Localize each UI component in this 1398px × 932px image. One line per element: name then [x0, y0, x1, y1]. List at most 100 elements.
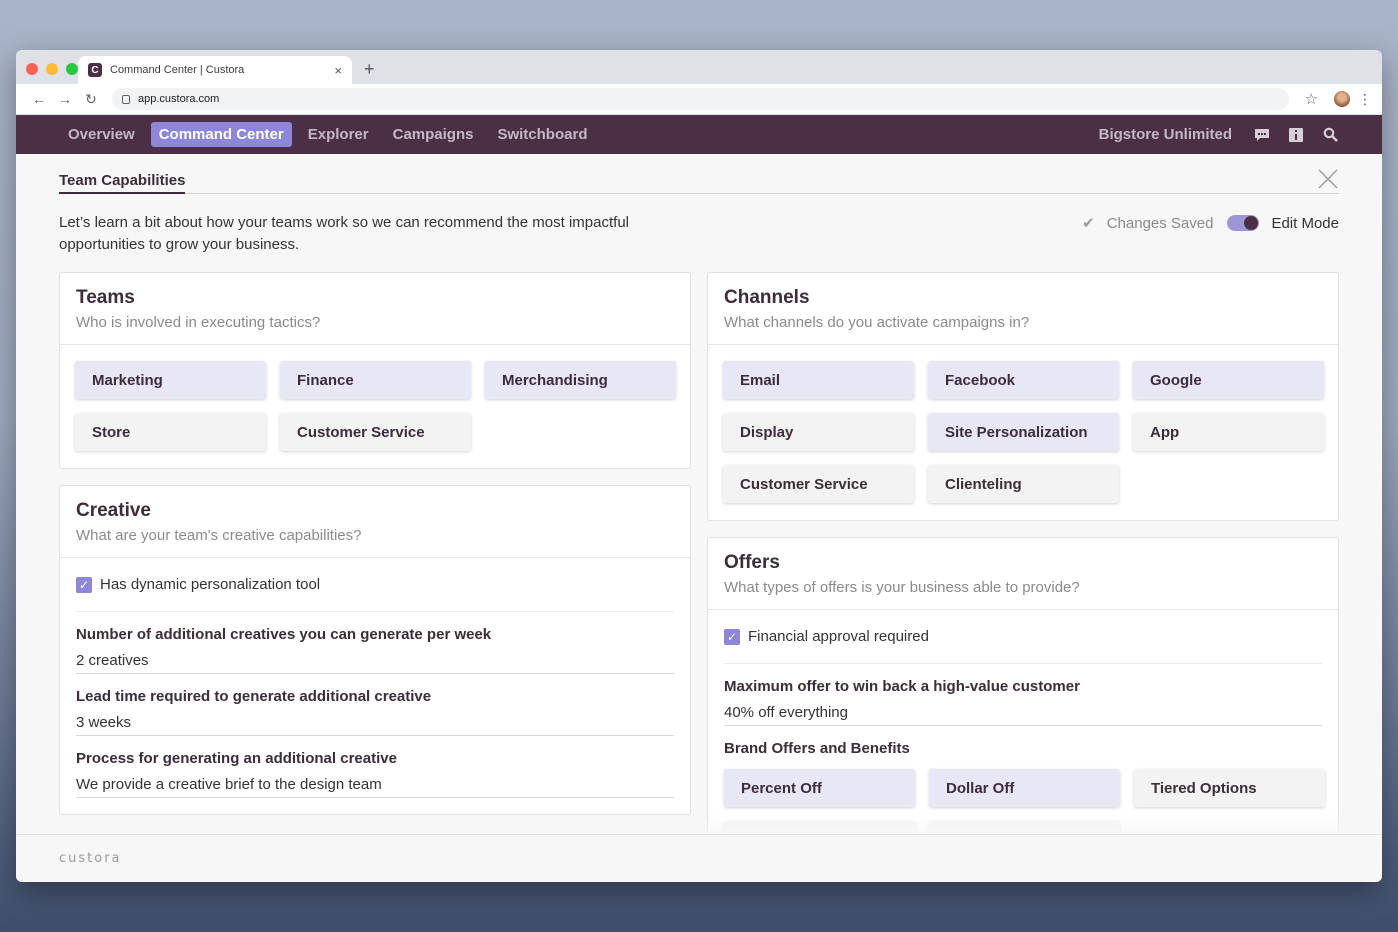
- creative-process-field: Process for generating an additional cre…: [76, 736, 674, 798]
- chip-channel-customer-service[interactable]: Customer Service: [723, 465, 914, 503]
- lock-icon: [122, 94, 130, 104]
- lead-time-input[interactable]: 3 weeks: [76, 705, 674, 736]
- main-content: Team Capabilities Let’s learn a bit abou…: [16, 154, 1382, 876]
- browser-menu-icon[interactable]: ⋮: [1358, 91, 1372, 108]
- minimize-window-button[interactable]: [46, 63, 58, 75]
- chip-app[interactable]: App: [1133, 413, 1324, 451]
- footer: custora: [16, 834, 1382, 882]
- chip-store[interactable]: Store: [75, 413, 266, 451]
- offers-title: Offers: [724, 552, 780, 573]
- checkmark-icon: ✔: [1082, 215, 1095, 232]
- window-controls: [26, 63, 78, 75]
- toggle-knob: [1244, 216, 1259, 230]
- store-name[interactable]: Bigstore Unlimited: [1099, 126, 1232, 143]
- channels-card-header: Channels What channels do you activate c…: [708, 273, 1338, 345]
- close-icon[interactable]: [1317, 168, 1339, 190]
- channels-card: Channels What channels do you activate c…: [707, 272, 1339, 521]
- channels-title: Channels: [724, 287, 810, 308]
- chip-merchandising[interactable]: Merchandising: [485, 361, 676, 399]
- chip-marketing[interactable]: Marketing: [75, 361, 266, 399]
- address-bar: ← → ↻ app.custora.com ☆ ⋮: [16, 84, 1382, 115]
- save-status: ✔ Changes Saved Edit Mode: [1082, 212, 1339, 234]
- channels-subtitle: What channels do you activate campaigns …: [724, 314, 1030, 331]
- chat-icon[interactable]: [1254, 128, 1270, 142]
- app-nav: Overview Command Center Explorer Campaig…: [16, 115, 1382, 154]
- dynamic-personalization-checkbox[interactable]: ✓: [76, 576, 92, 593]
- channels-chips: Email Facebook Google Display Site Perso…: [708, 345, 1338, 520]
- creative-title: Creative: [76, 500, 151, 521]
- creatives-per-week-label: Number of additional creatives you can g…: [76, 626, 492, 643]
- intro-text: Let’s learn a bit about how your teams w…: [59, 214, 629, 253]
- teams-subtitle: Who is involved in executing tactics?: [76, 314, 321, 331]
- nav-command-center[interactable]: Command Center: [150, 122, 292, 147]
- offers-card: Offers What types of offers is your busi…: [707, 537, 1339, 876]
- max-offer-field: Maximum offer to win back a high-value c…: [724, 664, 1322, 726]
- creative-subtitle: What are your team's creative capabiliti…: [76, 527, 362, 544]
- chip-percent-off[interactable]: Percent Off: [724, 769, 915, 807]
- tab-team-capabilities[interactable]: Team Capabilities: [59, 172, 186, 194]
- nav-right: Bigstore Unlimited: [1099, 126, 1338, 143]
- profile-avatar[interactable]: [1334, 91, 1350, 107]
- reload-icon[interactable]: ↻: [78, 91, 104, 108]
- info-icon[interactable]: [1288, 127, 1304, 142]
- chip-facebook[interactable]: Facebook: [928, 361, 1119, 399]
- creatives-per-week-input[interactable]: 2 creatives: [76, 643, 674, 674]
- search-icon[interactable]: [1322, 127, 1338, 142]
- creative-card-body: ✓ Has dynamic personalization tool Numbe…: [60, 558, 690, 814]
- nav-links: Overview Command Center Explorer Campaig…: [60, 122, 1099, 147]
- chip-clienteling[interactable]: Clienteling: [928, 465, 1119, 503]
- creative-card: Creative What are your team's creative c…: [59, 485, 691, 815]
- browser-tab[interactable]: C Command Center | Custora ×: [78, 56, 352, 84]
- close-tab-icon[interactable]: ×: [334, 63, 342, 78]
- offers-card-header: Offers What types of offers is your busi…: [708, 538, 1338, 610]
- teams-title: Teams: [76, 287, 135, 308]
- lead-time-label: Lead time required to generate additiona…: [76, 688, 432, 705]
- dynamic-personalization-row: ✓ Has dynamic personalization tool: [76, 558, 674, 612]
- chip-tiered-options[interactable]: Tiered Options: [1134, 769, 1325, 807]
- new-tab-icon[interactable]: +: [364, 59, 375, 80]
- creative-process-input[interactable]: We provide a creative brief to the desig…: [76, 767, 674, 798]
- max-offer-input[interactable]: 40% off everything: [724, 695, 1322, 726]
- chip-site-personalization[interactable]: Site Personalization: [928, 413, 1119, 451]
- chip-google[interactable]: Google: [1133, 361, 1324, 399]
- browser-window: C Command Center | Custora × + ← → ↻ app…: [16, 50, 1382, 882]
- dynamic-personalization-label: Has dynamic personalization tool: [100, 576, 321, 593]
- nav-explorer[interactable]: Explorer: [300, 122, 377, 147]
- offers-subtitle: What types of offers is your business ab…: [724, 579, 1080, 596]
- max-offer-label: Maximum offer to win back a high-value c…: [724, 678, 1080, 695]
- back-icon[interactable]: ←: [26, 91, 52, 107]
- chip-dollar-off[interactable]: Dollar Off: [929, 769, 1120, 807]
- custora-favicon-icon: C: [88, 63, 102, 77]
- section-header: Team Capabilities: [59, 154, 1339, 194]
- brand-offers-label: Brand Offers and Benefits: [724, 740, 910, 757]
- edit-mode-toggle[interactable]: [1227, 215, 1260, 231]
- teams-card-header: Teams Who is involved in executing tacti…: [60, 273, 690, 345]
- right-column: Channels What channels do you activate c…: [707, 272, 1339, 876]
- lead-time-field: Lead time required to generate additiona…: [76, 674, 674, 736]
- maximize-window-button[interactable]: [66, 63, 78, 75]
- nav-switchboard[interactable]: Switchboard: [489, 122, 595, 147]
- chip-customer-service[interactable]: Customer Service: [280, 413, 471, 451]
- left-column: Teams Who is involved in executing tacti…: [59, 272, 691, 876]
- financial-approval-label: Financial approval required: [748, 628, 929, 645]
- forward-icon[interactable]: →: [52, 91, 78, 107]
- changes-saved-label: Changes Saved: [1106, 214, 1214, 232]
- intro-row: Let’s learn a bit about how your teams w…: [59, 212, 1339, 256]
- teams-chips: Marketing Finance Merchandising Store Cu…: [60, 345, 690, 468]
- custora-logo: custora: [59, 851, 122, 866]
- close-window-button[interactable]: [26, 63, 38, 75]
- bookmark-star-icon[interactable]: ☆: [1305, 90, 1318, 108]
- creative-card-header: Creative What are your team's creative c…: [60, 486, 690, 558]
- nav-campaigns[interactable]: Campaigns: [385, 122, 482, 147]
- url-field[interactable]: app.custora.com: [112, 88, 1289, 110]
- chip-display[interactable]: Display: [723, 413, 914, 451]
- nav-overview[interactable]: Overview: [60, 122, 143, 147]
- chip-email[interactable]: Email: [723, 361, 914, 399]
- financial-approval-checkbox[interactable]: ✓: [724, 628, 740, 645]
- creative-process-label: Process for generating an additional cre…: [76, 750, 397, 767]
- cards-columns: Teams Who is involved in executing tacti…: [59, 272, 1339, 876]
- teams-card: Teams Who is involved in executing tacti…: [59, 272, 691, 469]
- tab-title: Command Center | Custora: [110, 64, 245, 76]
- chip-finance[interactable]: Finance: [280, 361, 471, 399]
- tab-strip: C Command Center | Custora × +: [16, 50, 1382, 84]
